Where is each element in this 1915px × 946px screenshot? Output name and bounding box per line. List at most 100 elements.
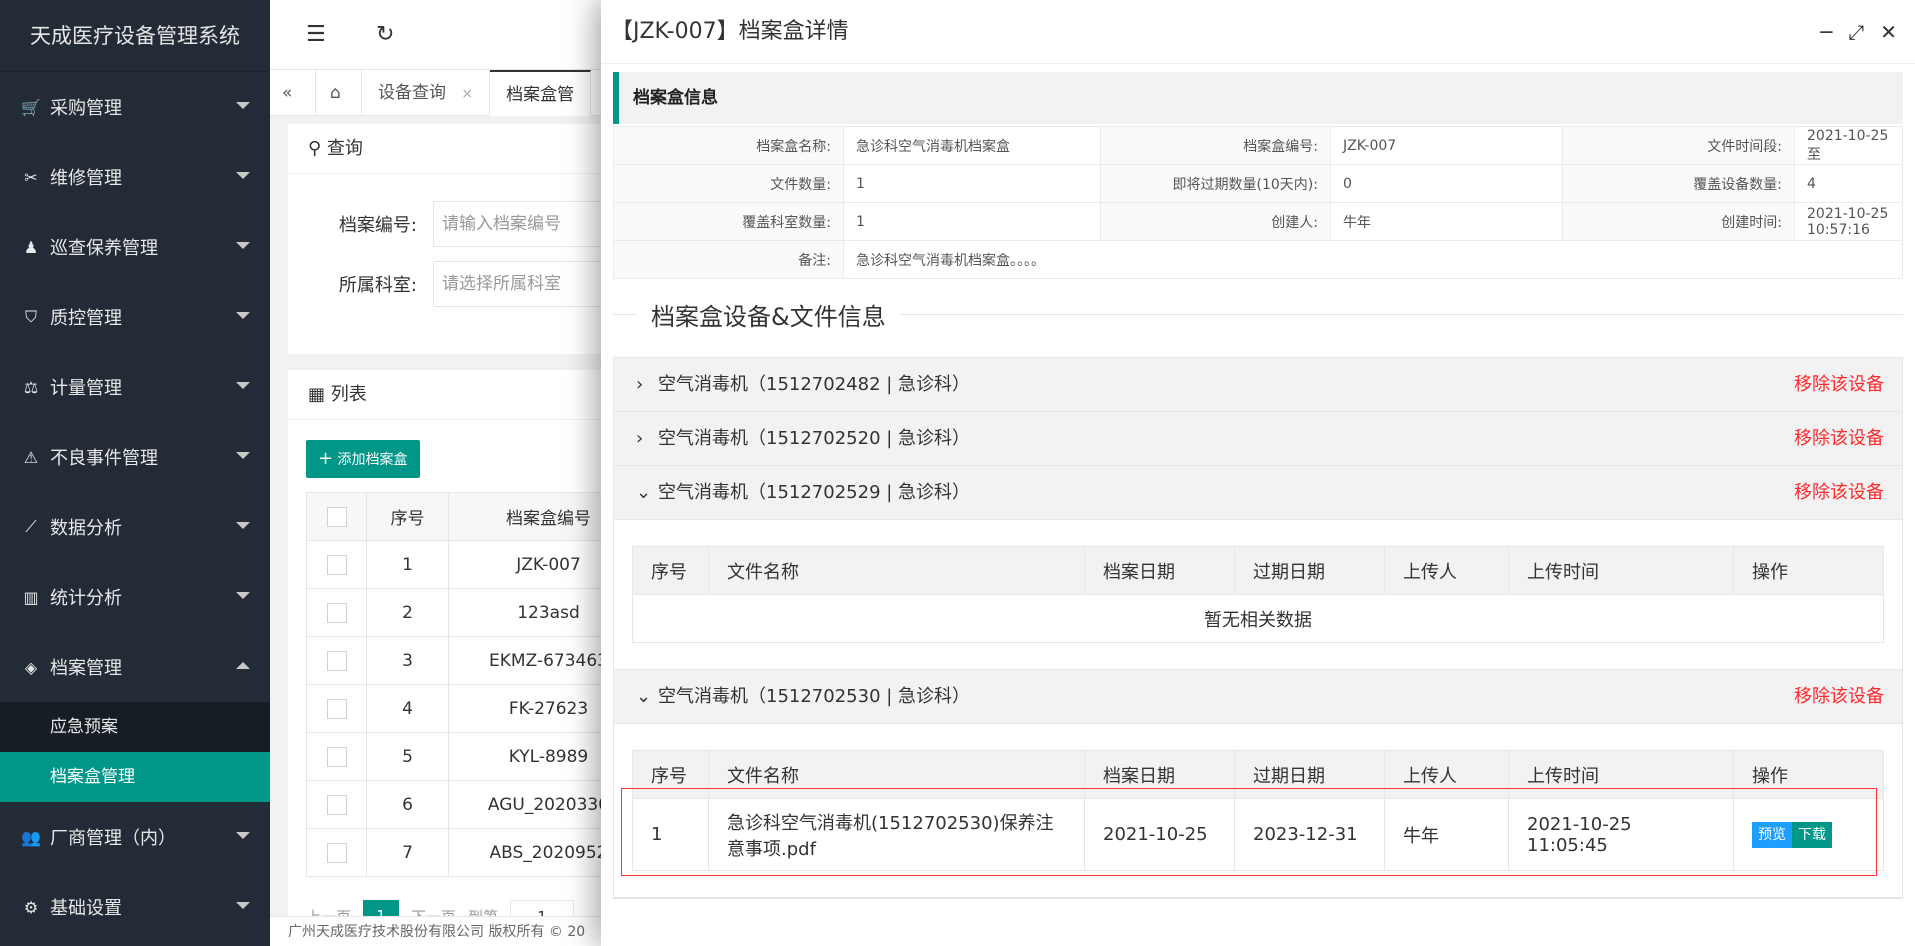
close-icon[interactable]: × bbox=[461, 86, 473, 102]
warning-icon: ⚠ bbox=[23, 447, 39, 467]
chevron-right-icon: › bbox=[636, 374, 644, 395]
menu-label: 质控管理 bbox=[50, 308, 122, 329]
menu-label: 维修管理 bbox=[50, 168, 122, 189]
device-title: 空气消毒机（1512702529 | 急诊科） bbox=[658, 482, 971, 503]
info-label: 档案盒名称: bbox=[613, 126, 844, 165]
table-row[interactable]: 1 JZK-007 bbox=[306, 540, 649, 589]
row-checkbox[interactable] bbox=[326, 554, 347, 575]
line-chart-icon: ⟋ bbox=[25, 517, 37, 536]
remove-device-link[interactable]: 移除该设备 bbox=[1794, 358, 1884, 412]
info-value: 1 bbox=[843, 202, 1101, 241]
menu-item-metering[interactable]: ⚖ 计量管理 bbox=[0, 352, 270, 422]
table-row[interactable]: 3 EKMZ-673463 bbox=[306, 636, 649, 685]
menu-item-purchase[interactable]: 🛒 采购管理 bbox=[0, 72, 270, 142]
row-checkbox[interactable] bbox=[326, 602, 347, 623]
table-row[interactable]: 5 KYL-8989 bbox=[306, 732, 649, 781]
menu-item-archive[interactable]: ◈ 档案管理 bbox=[0, 632, 270, 702]
refresh-icon[interactable]: ↻ bbox=[376, 22, 394, 47]
row-index: 3 bbox=[366, 636, 449, 685]
menu-label: 巡查保养管理 bbox=[50, 238, 158, 259]
menu-collapse-icon[interactable]: ☰ bbox=[306, 22, 326, 47]
menu-label: 档案管理 bbox=[50, 658, 122, 679]
file-table: 序号 文件名称 档案日期 过期日期 上传人 上传时间 操作 暂无相关数据 bbox=[632, 546, 1884, 643]
users-icon: 👥 bbox=[21, 827, 41, 847]
device-panel-header[interactable]: ⌄ 空气消毒机（1512702529 | 急诊科） 移除该设备 bbox=[614, 466, 1902, 520]
menu-item-adverse[interactable]: ⚠ 不良事件管理 bbox=[0, 422, 270, 492]
caret-up-icon bbox=[236, 662, 250, 669]
layers-icon: ◈ bbox=[24, 657, 38, 677]
remove-device-link[interactable]: 移除该设备 bbox=[1794, 670, 1884, 724]
chevron-down-icon: ⌄ bbox=[636, 686, 652, 707]
plus-icon: + bbox=[318, 448, 334, 469]
caret-down-icon bbox=[236, 172, 250, 179]
menu-label: 数据分析 bbox=[50, 518, 122, 539]
info-value: 1 bbox=[843, 164, 1101, 203]
caret-down-icon bbox=[236, 382, 250, 389]
menu-item-stats[interactable]: ▥ 统计分析 bbox=[0, 562, 270, 632]
row-checkbox[interactable] bbox=[326, 746, 347, 767]
submenu-item-archive-box[interactable]: 档案盒管理 bbox=[0, 752, 270, 802]
remove-device-link[interactable]: 移除该设备 bbox=[1794, 412, 1884, 466]
table-header-row: 序号 文件名称 档案日期 过期日期 上传人 上传时间 操作 bbox=[632, 546, 1884, 595]
cart-icon: 🛒 bbox=[21, 97, 41, 117]
info-value: 2021-10-25 至 bbox=[1794, 126, 1903, 165]
section-title: 档案盒信息 bbox=[613, 72, 1903, 124]
info-value: 牛年 bbox=[1330, 202, 1563, 241]
caret-down-icon bbox=[236, 102, 250, 109]
info-row: 备注: 急诊科空气消毒机档案盒。。。。 bbox=[613, 240, 1903, 279]
modal-title: 【JZK-007】档案盒详情 bbox=[611, 19, 849, 44]
menu-item-vendor[interactable]: 👥 厂商管理（内） bbox=[0, 802, 270, 872]
menu-item-inspect[interactable]: ♟ 巡查保养管理 bbox=[0, 212, 270, 282]
tab-device-query[interactable]: 设备查询 × bbox=[362, 70, 491, 116]
row-checkbox[interactable] bbox=[326, 698, 347, 719]
device-title: 空气消毒机（1512702530 | 急诊科） bbox=[658, 686, 971, 707]
row-checkbox[interactable] bbox=[326, 650, 347, 671]
select-all-cell bbox=[306, 492, 367, 541]
add-button-label: 添加档案盒 bbox=[337, 452, 408, 468]
menu-item-qc[interactable]: ⛉ 质控管理 bbox=[0, 282, 270, 352]
info-label: 档案盒编号: bbox=[1100, 126, 1331, 165]
row-checkbox[interactable] bbox=[326, 842, 347, 863]
query-title: 查询 bbox=[326, 138, 363, 159]
tab-label: 档案盒管 bbox=[506, 85, 575, 105]
maximize-icon[interactable]: ⤢ bbox=[1848, 0, 1864, 64]
menu-item-data-analysis[interactable]: ⟋ 数据分析 bbox=[0, 492, 270, 562]
table-row[interactable]: 4 FK-27623 bbox=[306, 684, 649, 733]
info-label: 创建人: bbox=[1100, 202, 1331, 241]
device-panel-header[interactable]: › 空气消毒机（1512702482 | 急诊科） 移除该设备 bbox=[614, 358, 1902, 412]
device-panel-header[interactable]: › 空气消毒机（1512702520 | 急诊科） 移除该设备 bbox=[614, 412, 1902, 466]
device-panel-body: 序号 文件名称 档案日期 过期日期 上传人 上传时间 操作 1 急诊科空气消毒机… bbox=[614, 724, 1902, 898]
wrench-icon: ✂ bbox=[24, 167, 38, 187]
menu-item-repair[interactable]: ✂ 维修管理 bbox=[0, 142, 270, 212]
column-header: 序号 bbox=[366, 492, 449, 541]
table-row[interactable]: 2 123asd bbox=[306, 588, 649, 637]
info-value: 急诊科空气消毒机档案盒 bbox=[843, 126, 1101, 165]
minimize-icon[interactable]: ─ bbox=[1820, 0, 1832, 64]
select-all-checkbox[interactable] bbox=[326, 506, 347, 527]
menu-item-settings[interactable]: ⚙ 基础设置 bbox=[0, 872, 270, 942]
home-icon[interactable]: ⌂ bbox=[316, 70, 362, 116]
column-header: 档案日期 bbox=[1084, 546, 1235, 595]
tab-archive-box[interactable]: 档案盒管 bbox=[490, 70, 592, 116]
remove-device-link[interactable]: 移除该设备 bbox=[1794, 466, 1884, 520]
table-row[interactable]: 7 ABS_2020952 bbox=[306, 828, 649, 877]
row-checkbox[interactable] bbox=[326, 794, 347, 815]
table-row[interactable]: 6 AGU_2020330 bbox=[306, 780, 649, 829]
close-icon[interactable]: ✕ bbox=[1880, 0, 1897, 64]
double-chevron-left-icon[interactable]: « bbox=[270, 70, 316, 116]
fieldset-legend: 档案盒设备&文件信息 bbox=[613, 279, 1903, 349]
column-header: 文件名称 bbox=[708, 546, 1085, 595]
empty-row: 暂无相关数据 bbox=[632, 594, 1884, 643]
device-title: 空气消毒机（1512702520 | 急诊科） bbox=[658, 428, 971, 449]
menu-label: 采购管理 bbox=[50, 98, 122, 119]
add-archive-box-button[interactable]: + 添加档案盒 bbox=[306, 440, 420, 478]
shield-icon: ⛉ bbox=[24, 307, 37, 326]
caret-down-icon bbox=[236, 452, 250, 459]
device-panel-header[interactable]: ⌄ 空气消毒机（1512702530 | 急诊科） 移除该设备 bbox=[614, 670, 1902, 724]
bar-chart-icon: ▥ bbox=[23, 587, 39, 607]
modal-header: 【JZK-007】档案盒详情 ─ ⤢ ✕ bbox=[601, 0, 1915, 64]
inspect-icon: ♟ bbox=[23, 237, 39, 257]
info-row: 档案盒名称: 急诊科空气消毒机档案盒 档案盒编号: JZK-007 文件时间段:… bbox=[613, 126, 1903, 165]
caret-down-icon bbox=[236, 592, 250, 599]
submenu-item-emergency[interactable]: 应急预案 bbox=[0, 702, 270, 752]
